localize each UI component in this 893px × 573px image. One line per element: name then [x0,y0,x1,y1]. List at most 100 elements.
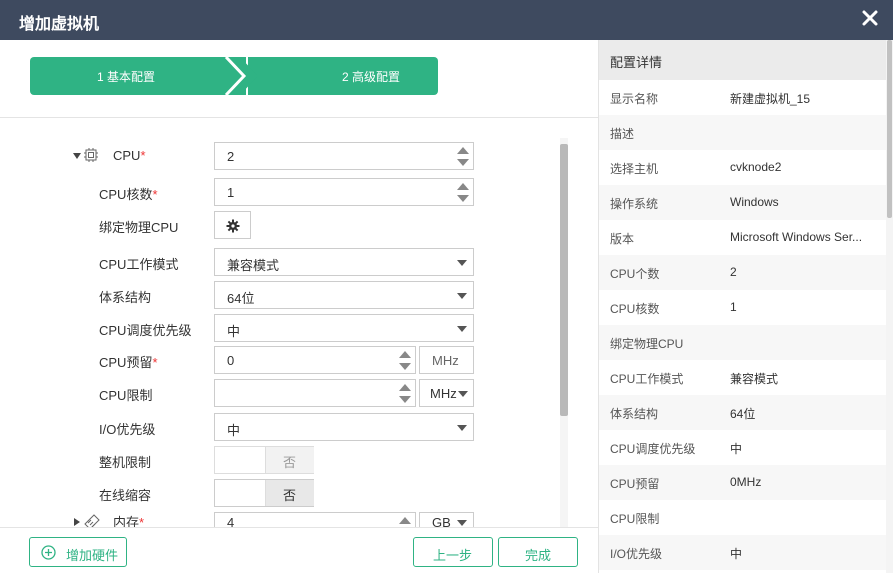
cpu-limit-unit-select[interactable]: MHz [419,379,474,407]
caret-right-icon[interactable] [73,518,81,526]
add-hardware-button[interactable]: 增加硬件 [29,537,127,567]
detail-key: 绑定物理CPU [610,337,684,351]
memory-label: 内存* [113,515,145,527]
cpu-priority-value: 中 [227,324,241,339]
details-scrollbar-thumb[interactable] [887,40,892,218]
cpu-cores-stepper[interactable]: 1 [214,178,474,206]
config-panel: 1 基本配置 2 高级配置 CPU* 2 CPU核数* 1 绑定物理CPU CP… [0,40,598,573]
detail-value: 中 [730,442,743,456]
detail-key: 体系结构 [610,407,659,421]
detail-row: CPU工作模式 兼容模式 [599,360,889,395]
detail-key: CPU个数 [610,267,660,281]
detail-row: CPU个数 2 [599,255,889,290]
detail-row: 显示名称 新建虚拟机_15 [599,80,889,115]
memory-unit-select[interactable]: GB [419,512,474,527]
cpu-mode-value: 兼容模式 [227,258,280,273]
online-shrink-row: 在线缩容 否 [0,479,560,507]
cpu-mode-label: CPU工作模式 [99,257,179,272]
details-header: 配置详情 [599,40,893,80]
whole-limit-toggle: 否 [214,446,314,474]
cpu-limit-label: CPU限制 [99,388,153,403]
cpu-cores-row: CPU核数* 1 [0,178,560,206]
arch-value: 64位 [227,291,255,306]
chevron-down-icon [457,260,467,266]
detail-key: CPU限制 [610,512,660,526]
bind-cpu-settings-button[interactable] [214,211,251,239]
detail-value: 2 [730,265,737,279]
online-shrink-label: 在线缩容 [99,488,152,503]
caret-down-icon[interactable] [73,152,81,160]
io-priority-select[interactable]: 中 [214,413,474,441]
detail-key: I/O优先级 [610,547,663,561]
finish-button[interactable]: 完成 [498,537,578,567]
cpu-reserve-label: CPU预留* [99,355,158,370]
whole-limit-row: 整机限制 否 [0,446,560,474]
cpu-limit-stepper[interactable] [214,379,416,407]
cpu-cores-value: 1 [227,185,235,200]
stepper-arrows[interactable] [399,350,411,370]
cpu-priority-select[interactable]: 中 [214,314,474,342]
cpu-mode-select[interactable]: 兼容模式 [214,248,474,276]
stepper-arrows[interactable] [457,146,469,166]
detail-row: CPU限制 [599,500,889,535]
stepper-arrows[interactable] [399,516,411,527]
chevron-down-icon [457,520,467,526]
form-area: CPU* 2 CPU核数* 1 绑定物理CPU CPU工作模式 兼容模式 体系结… [0,118,598,527]
detail-row: I/O优先级 中 [599,535,889,570]
step-advanced-config[interactable]: 2 高级配置 [248,57,438,95]
cpu-reserve-stepper[interactable]: 0 [214,346,416,374]
memory-stepper[interactable]: 4 [214,512,416,527]
memory-icon [84,514,100,527]
detail-key: CPU预留 [610,477,660,491]
bind-cpu-row: 绑定物理CPU [0,211,560,239]
details-scrollbar[interactable] [886,40,893,573]
detail-value: cvknode2 [730,160,782,174]
stepper-arrows[interactable] [399,383,411,403]
cpu-reserve-value: 0 [227,353,235,368]
detail-value: Microsoft Windows Ser... [730,230,863,244]
io-priority-value: 中 [227,423,241,438]
bind-cpu-label: 绑定物理CPU [99,220,179,235]
cpu-limit-row: CPU限制 MHz [0,379,560,407]
detail-key: 描述 [610,127,635,141]
detail-row: 体系结构 64位 [599,395,889,430]
cpu-count-value: 2 [227,149,235,164]
stepper-arrows[interactable] [457,182,469,202]
cpu-mode-row: CPU工作模式 兼容模式 [0,248,560,276]
online-shrink-toggle[interactable]: 否 [214,479,314,507]
finish-label: 完成 [525,548,552,563]
detail-row: 绑定物理CPU [599,325,889,360]
detail-value: Windows [730,195,779,209]
prev-step-label: 上一步 [433,548,473,563]
step-basic-label: 1 基本配置 [97,70,156,84]
step-advanced-label: 2 高级配置 [342,70,401,84]
detail-key: 操作系统 [610,197,659,211]
prev-step-button[interactable]: 上一步 [413,537,493,567]
cpu-count-stepper[interactable]: 2 [214,142,474,170]
dialog-titlebar: 增加虚拟机 [0,0,893,40]
detail-row: CPU调度优先级 中 [599,430,889,465]
cpu-reserve-row: CPU预留* 0 MHz [0,346,560,374]
cpu-reserve-unit: MHz [419,346,474,374]
step-basic-config[interactable]: 1 基本配置 [30,57,246,95]
close-icon[interactable] [861,9,879,27]
memory-value: 4 [227,515,235,527]
arch-select[interactable]: 64位 [214,281,474,309]
io-priority-row: I/O优先级 中 [0,413,560,441]
detail-value: 0MHz [730,475,762,489]
arch-label: 体系结构 [99,290,152,305]
step-arrow-icon [220,57,258,95]
detail-row: 选择主机 cvknode2 [599,150,889,185]
detail-row: CPU预留 0MHz [599,465,889,500]
io-priority-label: I/O优先级 [99,422,156,437]
detail-row: CPU核数 1 [599,290,889,325]
divider [0,527,598,528]
detail-key: 选择主机 [610,162,659,176]
cpu-priority-label: CPU调度优先级 [99,323,192,338]
form-scrollbar-thumb[interactable] [560,144,568,416]
plus-circle-icon [41,545,56,560]
chevron-down-icon [458,391,468,397]
detail-key: 版本 [610,232,635,246]
whole-limit-value: 否 [283,455,297,470]
whole-limit-label: 整机限制 [99,455,152,470]
